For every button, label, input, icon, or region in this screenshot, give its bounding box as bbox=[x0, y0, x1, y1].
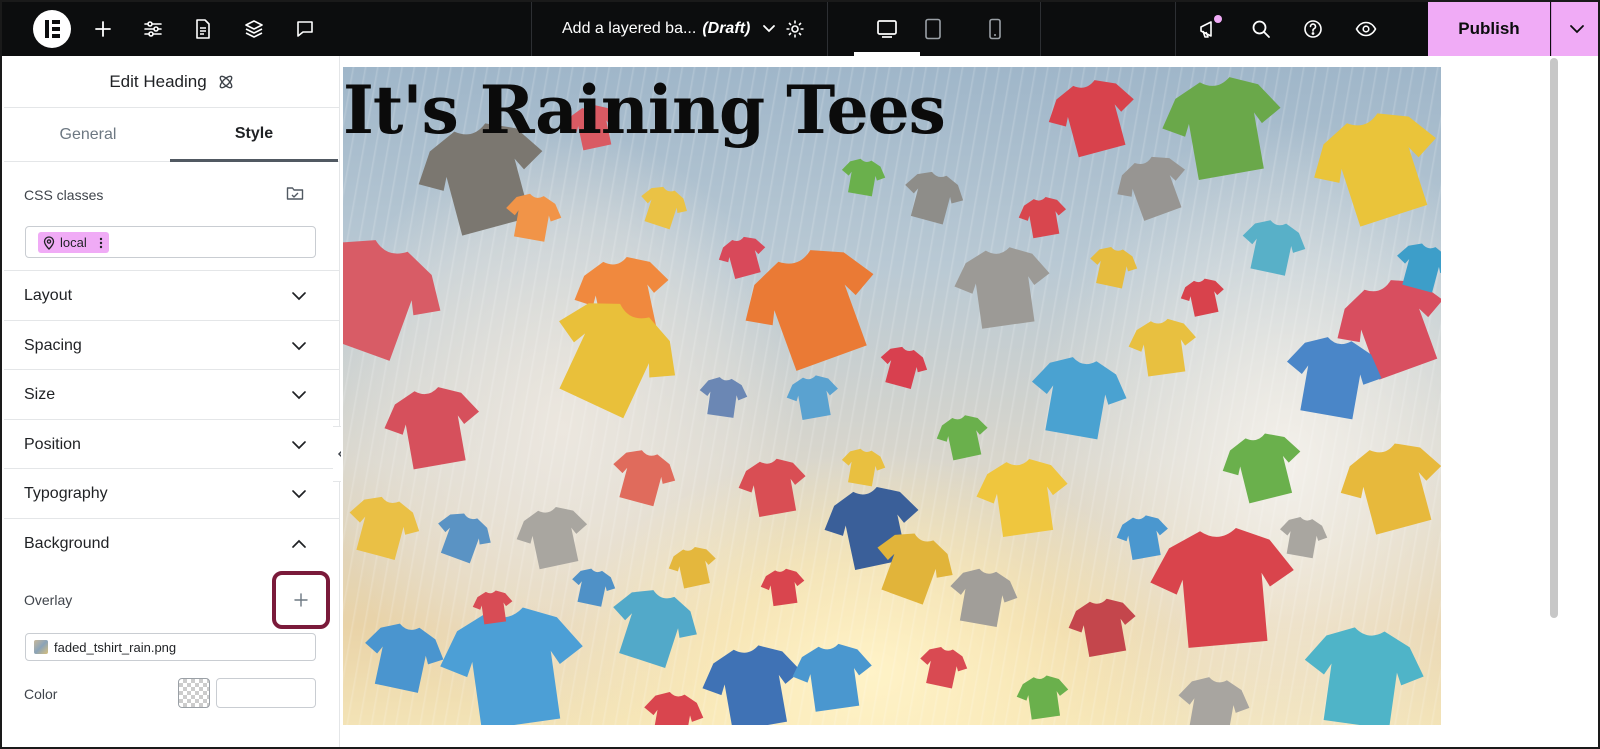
panel-title: Edit Heading bbox=[109, 71, 207, 91]
chevron-down-icon bbox=[290, 485, 308, 508]
section-position[interactable]: Position bbox=[4, 419, 340, 469]
page-document-icon[interactable] bbox=[186, 2, 220, 56]
document-title-dropdown[interactable]: Add a layered ba... (Draft) bbox=[562, 2, 776, 56]
section-spacing[interactable]: Spacing bbox=[4, 320, 340, 370]
tab-general[interactable]: General bbox=[4, 108, 172, 162]
class-manager-folder-icon[interactable] bbox=[286, 185, 304, 206]
color-swatch[interactable] bbox=[178, 678, 210, 708]
section-size[interactable]: Size bbox=[4, 369, 340, 419]
whats-new-megaphone-icon[interactable] bbox=[1192, 2, 1226, 56]
css-classes-label: CSS classes bbox=[24, 187, 104, 203]
atomic-widget-icon bbox=[217, 73, 235, 91]
comments-icon[interactable] bbox=[288, 2, 322, 56]
publish-button[interactable]: Publish bbox=[1428, 2, 1550, 56]
section-position-label: Position bbox=[24, 436, 81, 453]
tab-style[interactable]: Style bbox=[170, 108, 338, 162]
editor-panel: Edit Heading General Style CSS classes l… bbox=[4, 56, 340, 747]
scrollbar-thumb[interactable] bbox=[1550, 58, 1558, 618]
help-icon[interactable] bbox=[1296, 2, 1330, 56]
css-classes-input[interactable]: local bbox=[25, 226, 316, 258]
chevron-down-icon bbox=[290, 337, 308, 360]
publish-options-button[interactable] bbox=[1551, 2, 1598, 56]
css-class-chip[interactable]: local bbox=[38, 232, 109, 253]
page-settings-gear-icon[interactable] bbox=[778, 2, 812, 56]
add-overlay-button[interactable] bbox=[272, 571, 330, 629]
toolbar-divider bbox=[531, 2, 532, 56]
chevron-down-icon bbox=[1569, 24, 1585, 34]
add-element-icon[interactable] bbox=[86, 2, 120, 56]
location-pin-icon bbox=[43, 235, 55, 250]
heading-background-image[interactable]: It's Raining Tees bbox=[343, 67, 1441, 725]
section-typography-label: Typography bbox=[24, 485, 108, 502]
panel-header: Edit Heading bbox=[4, 56, 340, 108]
section-size-label: Size bbox=[24, 386, 56, 403]
chevron-down-icon bbox=[290, 386, 308, 409]
document-title: Add a layered ba... bbox=[562, 20, 697, 37]
preview-eye-icon[interactable] bbox=[1349, 2, 1383, 56]
chevron-down-icon bbox=[762, 24, 776, 34]
image-thumbnail bbox=[34, 640, 48, 654]
css-class-chip-label: local bbox=[60, 235, 87, 250]
section-layout[interactable]: Layout bbox=[4, 270, 340, 320]
section-background-label: Background bbox=[24, 535, 110, 552]
section-spacing-label: Spacing bbox=[24, 337, 82, 354]
tablet-view-icon[interactable] bbox=[916, 2, 950, 56]
plus-icon bbox=[294, 593, 308, 607]
color-value-input[interactable] bbox=[216, 678, 316, 708]
elementor-logo-icon[interactable] bbox=[33, 10, 71, 48]
overlay-image-item[interactable]: faded_tshirt_rain.png bbox=[25, 633, 316, 661]
chevron-down-icon bbox=[290, 287, 308, 310]
preview-canvas: It's Raining Tees bbox=[341, 56, 1598, 747]
toolbar-divider bbox=[1175, 2, 1176, 56]
layers-structure-icon[interactable] bbox=[237, 2, 271, 56]
desktop-view-icon[interactable] bbox=[854, 2, 920, 56]
app-window: Add a layered ba... (Draft) Publish Edit… bbox=[0, 0, 1600, 749]
notification-dot bbox=[1214, 15, 1222, 23]
toolbar-divider bbox=[1040, 2, 1041, 56]
overlay-label: Overlay bbox=[24, 592, 73, 608]
overlay-file-name: faded_tshirt_rain.png bbox=[54, 639, 177, 655]
tshirt-illustration bbox=[343, 69, 1441, 725]
section-background[interactable]: Background bbox=[4, 518, 340, 568]
canvas-scrollbar[interactable] bbox=[1548, 58, 1560, 618]
search-icon[interactable] bbox=[1244, 2, 1278, 56]
toolbar-divider bbox=[827, 2, 828, 56]
page-heading[interactable]: It's Raining Tees bbox=[343, 71, 946, 149]
panel-tabs: General Style bbox=[4, 108, 340, 162]
mobile-view-icon[interactable] bbox=[978, 2, 1012, 56]
section-typography[interactable]: Typography bbox=[4, 468, 340, 518]
site-settings-sliders-icon[interactable] bbox=[136, 2, 170, 56]
top-bar: Add a layered ba... (Draft) Publish bbox=[2, 2, 1598, 56]
chip-menu-dots-icon[interactable] bbox=[99, 237, 103, 249]
document-status: (Draft) bbox=[702, 20, 751, 37]
chevron-up-icon bbox=[290, 535, 308, 558]
section-layout-label: Layout bbox=[24, 287, 73, 304]
chevron-down-icon bbox=[290, 436, 308, 459]
color-label: Color bbox=[24, 686, 58, 702]
